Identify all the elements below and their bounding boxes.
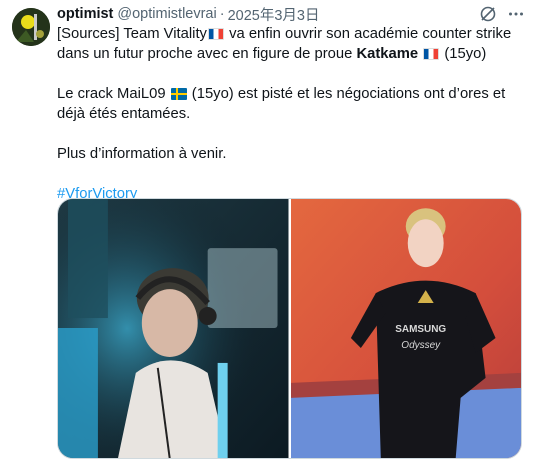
photo-right[interactable]: SAMSUNG Odyssey: [290, 199, 521, 458]
flag-france-icon: [207, 28, 224, 40]
grok-icon[interactable]: [479, 5, 497, 23]
author-name[interactable]: optimist: [57, 6, 113, 22]
jersey-sponsor-bottom: Odyssey: [401, 340, 441, 351]
text-segment: (15yo): [440, 46, 487, 62]
text-segment: [Sources] Team Vitality: [57, 26, 207, 42]
media-grid: SAMSUNG Odyssey: [57, 198, 522, 459]
flag-france-icon: [423, 48, 440, 60]
more-dots-icon[interactable]: [507, 5, 525, 23]
author-handle[interactable]: @optimistlevrai: [117, 6, 216, 22]
paragraph-3: Plus d’information à venir.: [57, 146, 227, 162]
avatar[interactable]: [12, 8, 50, 46]
tweet-header: optimist @optimistlevrai · 2025年3月3日: [57, 4, 525, 24]
photo-left[interactable]: [58, 199, 289, 458]
text-segment: Le crack MaiL09: [57, 86, 170, 102]
flag-sweden-icon: [170, 88, 187, 100]
paragraph-1: [Sources] Team Vitality va enfin ouvrir …: [57, 24, 522, 64]
avatar-image: [12, 8, 50, 46]
separator: ·: [219, 6, 225, 22]
tweet-date[interactable]: 2025年3月3日: [228, 4, 320, 25]
paragraph-2: Le crack MaiL09 (15yo) est pisté et les …: [57, 84, 522, 124]
jersey-sponsor-top: SAMSUNG: [395, 324, 446, 335]
tweet-text: [Sources] Team Vitality va enfin ouvrir …: [57, 24, 522, 204]
player-name-katkame: Katkame: [356, 46, 419, 62]
